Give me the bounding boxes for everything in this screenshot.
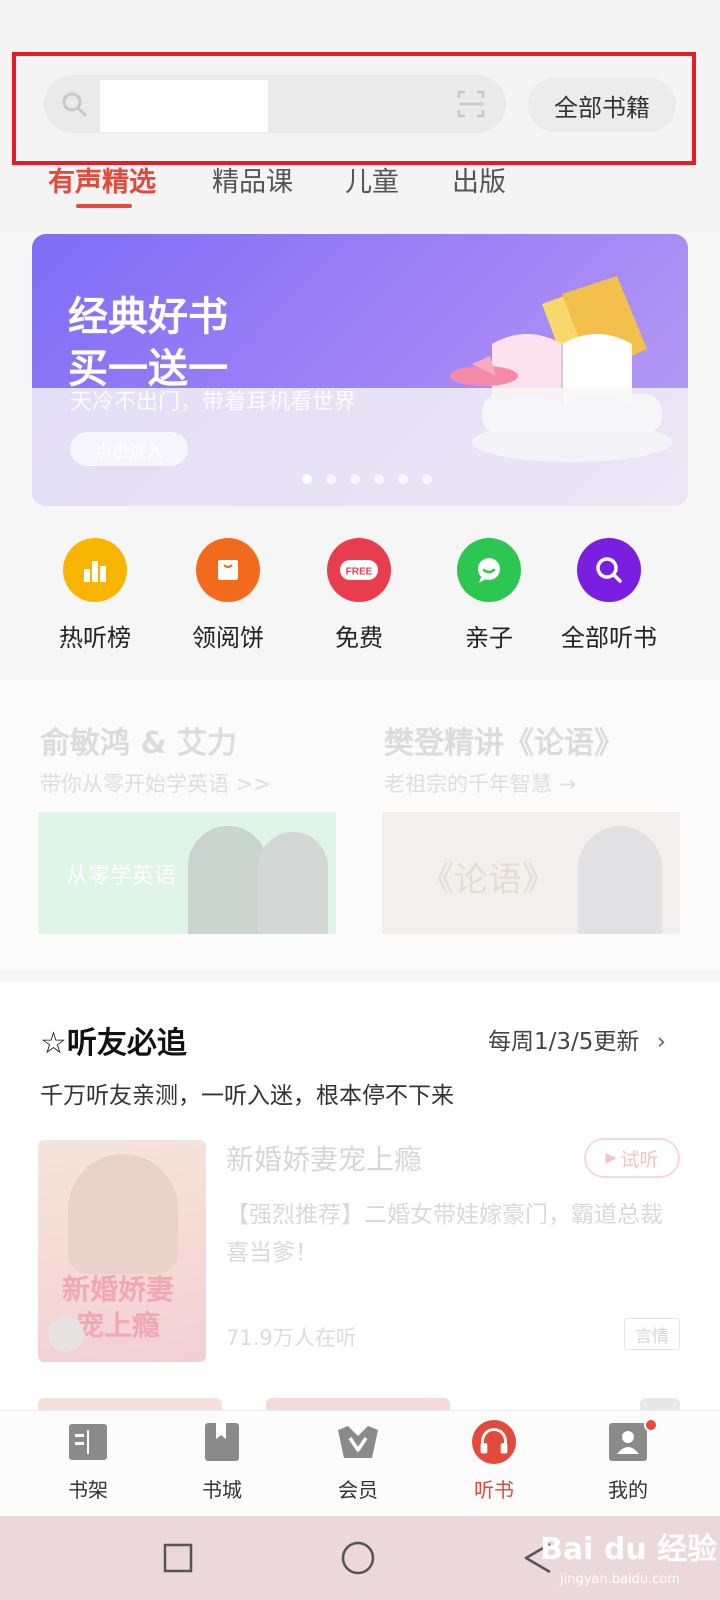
- navtab-label: 书城: [202, 1478, 242, 1502]
- notification-dot: [644, 1418, 658, 1432]
- book-description: 【强烈推荐】二婚女带娃嫁豪门，霸道总裁喜当爹！: [226, 1202, 663, 1266]
- tab-featured-audio[interactable]: 有声精选: [48, 160, 156, 199]
- person-figure: [578, 826, 662, 934]
- navtab-label: 我的: [608, 1478, 648, 1502]
- watermark-subtext: jingyan.baidu.com: [560, 1572, 680, 1587]
- person-figure: [258, 832, 328, 934]
- promo-card-subtitle: 带你从零开始学英语 >>: [40, 772, 271, 796]
- free-icon: FREE: [327, 538, 391, 602]
- section-title: ☆听友必追: [40, 1026, 187, 1061]
- chat-icon: [457, 538, 521, 602]
- category-all-audiobooks[interactable]: 全部听书: [544, 538, 674, 653]
- book-cover[interactable]: 新婚娇妻 宠上瘾: [38, 1140, 206, 1362]
- chart-icon: [63, 538, 127, 602]
- category-label: 热听榜: [59, 624, 131, 652]
- chevron-right-icon: ›: [656, 1029, 666, 1055]
- category-free[interactable]: FREE 免费: [294, 538, 424, 653]
- tab-premium-courses[interactable]: 精品课: [212, 160, 293, 199]
- tab-publishing[interactable]: 出版: [452, 160, 506, 199]
- search-icon: [577, 538, 641, 602]
- section-description: 千万听友亲测，一听入迷，根本停不下来: [40, 1083, 454, 1109]
- promo-card-title[interactable]: 樊登精讲《论语》: [384, 718, 624, 762]
- recents-square-icon[interactable]: [162, 1542, 194, 1574]
- book-title[interactable]: 新婚娇妻宠上瘾: [226, 1138, 422, 1178]
- banner-dot: [326, 474, 336, 484]
- navtab-audiobooks[interactable]: 听书: [446, 1420, 542, 1503]
- banner-dot-active: [302, 474, 312, 484]
- banner-dot: [398, 474, 408, 484]
- navtab-label: 会员: [338, 1478, 378, 1502]
- promo-image-text: 从零学英语: [66, 864, 177, 889]
- genre-tag: 言情: [624, 1318, 680, 1350]
- watermark-text: Bai du 经验: [540, 1532, 718, 1567]
- category-label: 免费: [335, 624, 383, 652]
- section-update-link[interactable]: 每周1/3/5更新 ›: [488, 1022, 666, 1056]
- banner-dot: [374, 474, 384, 484]
- category-label: 领阅饼: [192, 624, 264, 652]
- promo-card-image-analects[interactable]: 《论语》: [382, 812, 680, 934]
- promo-card-subtitle: 老祖宗的千年智慧 →: [384, 772, 577, 796]
- category-label: 亲子: [465, 624, 513, 652]
- category-label: 全部听书: [561, 624, 657, 652]
- category-hot-charts[interactable]: 热听榜: [30, 538, 160, 653]
- play-icon: ▶: [605, 1150, 617, 1166]
- promo-image-text: 《论语》: [420, 860, 556, 900]
- banner-enter-button[interactable]: 点击进入: [70, 432, 188, 466]
- banner-pagination: [302, 474, 432, 484]
- tab-children[interactable]: 儿童: [345, 160, 399, 199]
- bookmark-icon: [200, 1420, 244, 1464]
- promo-banner[interactable]: 经典好书 买一送一 天冷不出门，带着耳机看世界 点击进入: [32, 234, 688, 506]
- navtab-label: 书架: [68, 1478, 108, 1502]
- navtab-membership[interactable]: 会员: [310, 1420, 406, 1503]
- try-listen-label: 试听: [620, 1148, 659, 1171]
- banner-dot: [350, 474, 360, 484]
- navtab-label: 听书: [474, 1478, 514, 1502]
- try-listen-button[interactable]: ▶ 试听: [584, 1138, 680, 1178]
- navtab-bookstore[interactable]: 书城: [174, 1420, 270, 1503]
- navtab-profile[interactable]: 我的: [580, 1420, 676, 1503]
- search-icon: [62, 92, 87, 117]
- headphones-icon: [472, 1420, 516, 1464]
- banner-title-line1: 经典好书: [68, 294, 228, 340]
- active-tab-indicator: [76, 204, 132, 208]
- promo-card-title[interactable]: 俞敏鸿 & 艾力: [40, 718, 237, 762]
- free-badge-text: FREE: [346, 567, 373, 578]
- banner-dot: [422, 474, 432, 484]
- promo-card-image-english[interactable]: 从零学英语: [38, 812, 336, 934]
- search-input[interactable]: [100, 80, 268, 132]
- scan-icon[interactable]: [455, 88, 487, 120]
- headphones-icon: [48, 1316, 84, 1352]
- person-figure: [188, 826, 268, 934]
- listener-count: 71.9万人在听: [226, 1326, 357, 1350]
- navtab-bookshelf[interactable]: 书架: [40, 1420, 136, 1503]
- cover-figure: [68, 1154, 178, 1274]
- home-circle-icon[interactable]: [340, 1540, 376, 1576]
- all-books-button[interactable]: 全部书籍: [528, 78, 676, 132]
- bookshelf-icon: [66, 1420, 110, 1464]
- vip-crown-icon: [336, 1420, 380, 1464]
- cover-title-line: 新婚娇妻: [62, 1273, 175, 1306]
- gift-box-icon: [196, 538, 260, 602]
- category-reading-cake[interactable]: 领阅饼: [163, 538, 293, 653]
- banner-subtitle: 天冷不出门，带着耳机看世界: [70, 390, 357, 415]
- category-parent-child[interactable]: 亲子: [424, 538, 554, 653]
- update-schedule-label: 每周1/3/5更新: [488, 1029, 640, 1055]
